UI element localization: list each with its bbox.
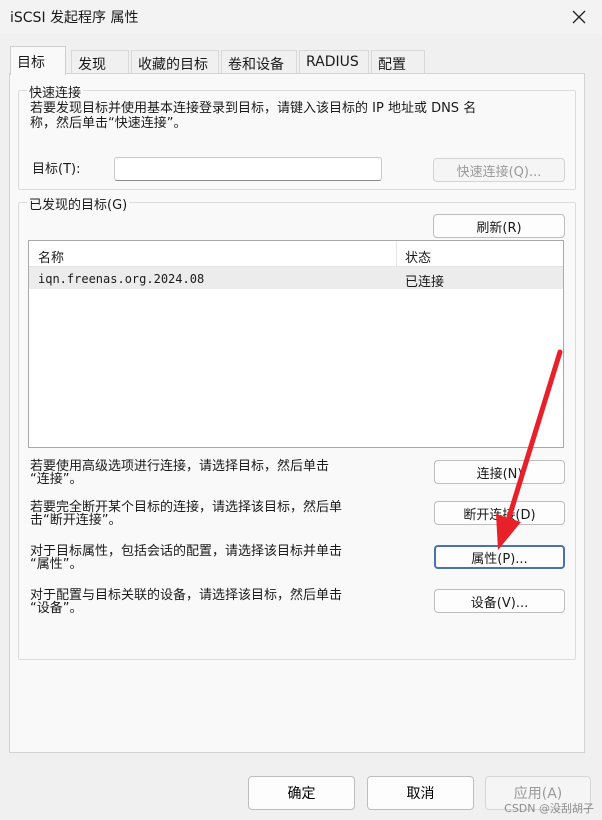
devices-desc-line2: “设备”。 [30,601,83,616]
tab-volumes-devices[interactable]: 卷和设备 [221,50,297,74]
title-bar: iSCSI 发起程序 属性 [0,0,602,34]
quick-connect-desc-line2: 称，然后单击“快速连接”。 [30,116,187,131]
target-label: 目标(T): [32,162,81,177]
refresh-button[interactable]: 刷新(R) [433,214,565,238]
cancel-button[interactable]: 取消 [367,776,474,810]
devices-button[interactable]: 设备(V)... [434,589,565,613]
tab-panel: 快速连接 若要发现目标并使用基本连接登录到目标，请键入该目标的 IP 地址或 D… [9,73,585,753]
tab-radius[interactable]: RADIUS [299,50,369,74]
window-title: iSCSI 发起程序 属性 [10,10,139,26]
properties-button[interactable]: 属性(P)... [434,545,565,569]
tab-configuration[interactable]: 配置 [371,50,425,74]
close-icon [572,10,586,24]
disconnect-button[interactable]: 断开连接(D) [434,501,565,525]
close-button[interactable] [556,0,602,34]
quick-connect-button[interactable]: 快速连接(Q)... [433,158,565,182]
column-divider[interactable] [396,241,397,267]
column-status-header[interactable]: 状态 [405,247,431,266]
column-name-header[interactable]: 名称 [38,247,64,266]
disconnect-desc-line2: 击“断开连接”。 [30,513,122,528]
target-status-cell: 已连接 [405,275,445,290]
targets-list[interactable]: 名称 状态 iqn.freenas.org.2024.08 已连接 [28,240,564,448]
connect-button[interactable]: 连接(N) [434,460,565,484]
ok-button[interactable]: 确定 [248,776,355,810]
tab-targets[interactable]: 目标 [10,46,66,75]
target-name-cell: iqn.freenas.org.2024.08 [38,272,205,286]
properties-desc-line2: “属性”。 [30,557,83,572]
quick-connect-legend: 快速连接 [27,82,84,101]
watermark: CSDN @没刮胡子 [504,802,594,815]
discovered-targets-legend: 已发现的目标(G) [27,194,130,213]
list-header: 名称 状态 [29,241,563,267]
quick-connect-desc-line1: 若要发现目标并使用基本连接登录到目标，请键入该目标的 IP 地址或 DNS 名 [30,101,477,116]
connect-desc-line2: “连接”。 [30,472,83,487]
table-row[interactable]: iqn.freenas.org.2024.08 已连接 [29,267,563,290]
tab-discovery[interactable]: 发现 [71,50,129,74]
tab-favorite-targets[interactable]: 收藏的目标 [131,50,219,74]
target-input[interactable] [114,157,382,181]
